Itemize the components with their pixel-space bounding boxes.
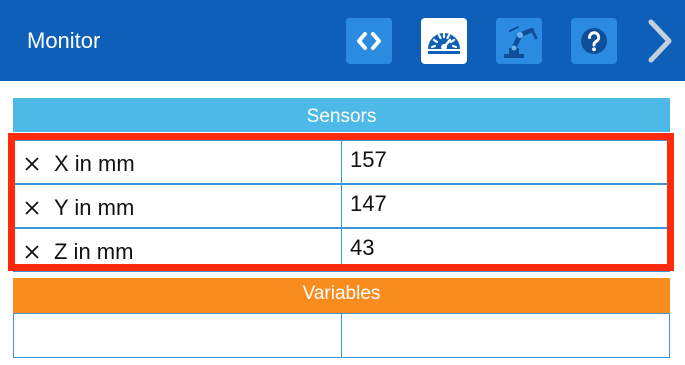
code-brackets-icon [357,32,381,50]
page-title: Monitor [27,28,101,53]
robot-arm-icon [504,26,538,58]
sensor-row-x: X in mm 157 [13,140,670,184]
sensor-name: X in mm [54,151,135,176]
variable-name-cell [13,313,342,358]
sensor-row-y: Y in mm 147 [13,184,670,228]
robot-button[interactable] [496,18,542,64]
sensor-name-cell: X in mm [13,140,342,184]
sensor-name-cell: Y in mm [13,184,342,228]
variable-row [13,313,670,358]
sensors-header: Sensors [13,98,670,132]
next-button[interactable] [642,14,678,68]
help-button[interactable] [571,18,617,64]
gauge-icon [428,32,460,54]
sensor-value-cell: 157 [341,140,670,184]
sensor-value: 157 [350,147,387,172]
sensor-value: 43 [350,235,375,260]
sensor-name-cell: Z in mm [13,228,342,272]
sensor-name: Z in mm [54,239,134,264]
close-icon[interactable] [24,244,40,260]
monitor-button[interactable] [421,18,467,64]
close-icon[interactable] [24,156,40,172]
variables-header: Variables [13,278,670,313]
question-icon [581,28,607,54]
code-view-button[interactable] [346,18,392,64]
close-icon[interactable] [24,200,40,216]
sensor-value: 147 [350,191,387,216]
chevron-right-icon [648,19,672,63]
sensor-name: Y in mm [54,195,135,220]
sensor-row-z: Z in mm 43 [13,228,670,272]
variable-value-cell [341,313,670,358]
sensor-value-cell: 147 [341,184,670,228]
app-header: Monitor [0,0,685,81]
sensor-value-cell: 43 [341,228,670,272]
